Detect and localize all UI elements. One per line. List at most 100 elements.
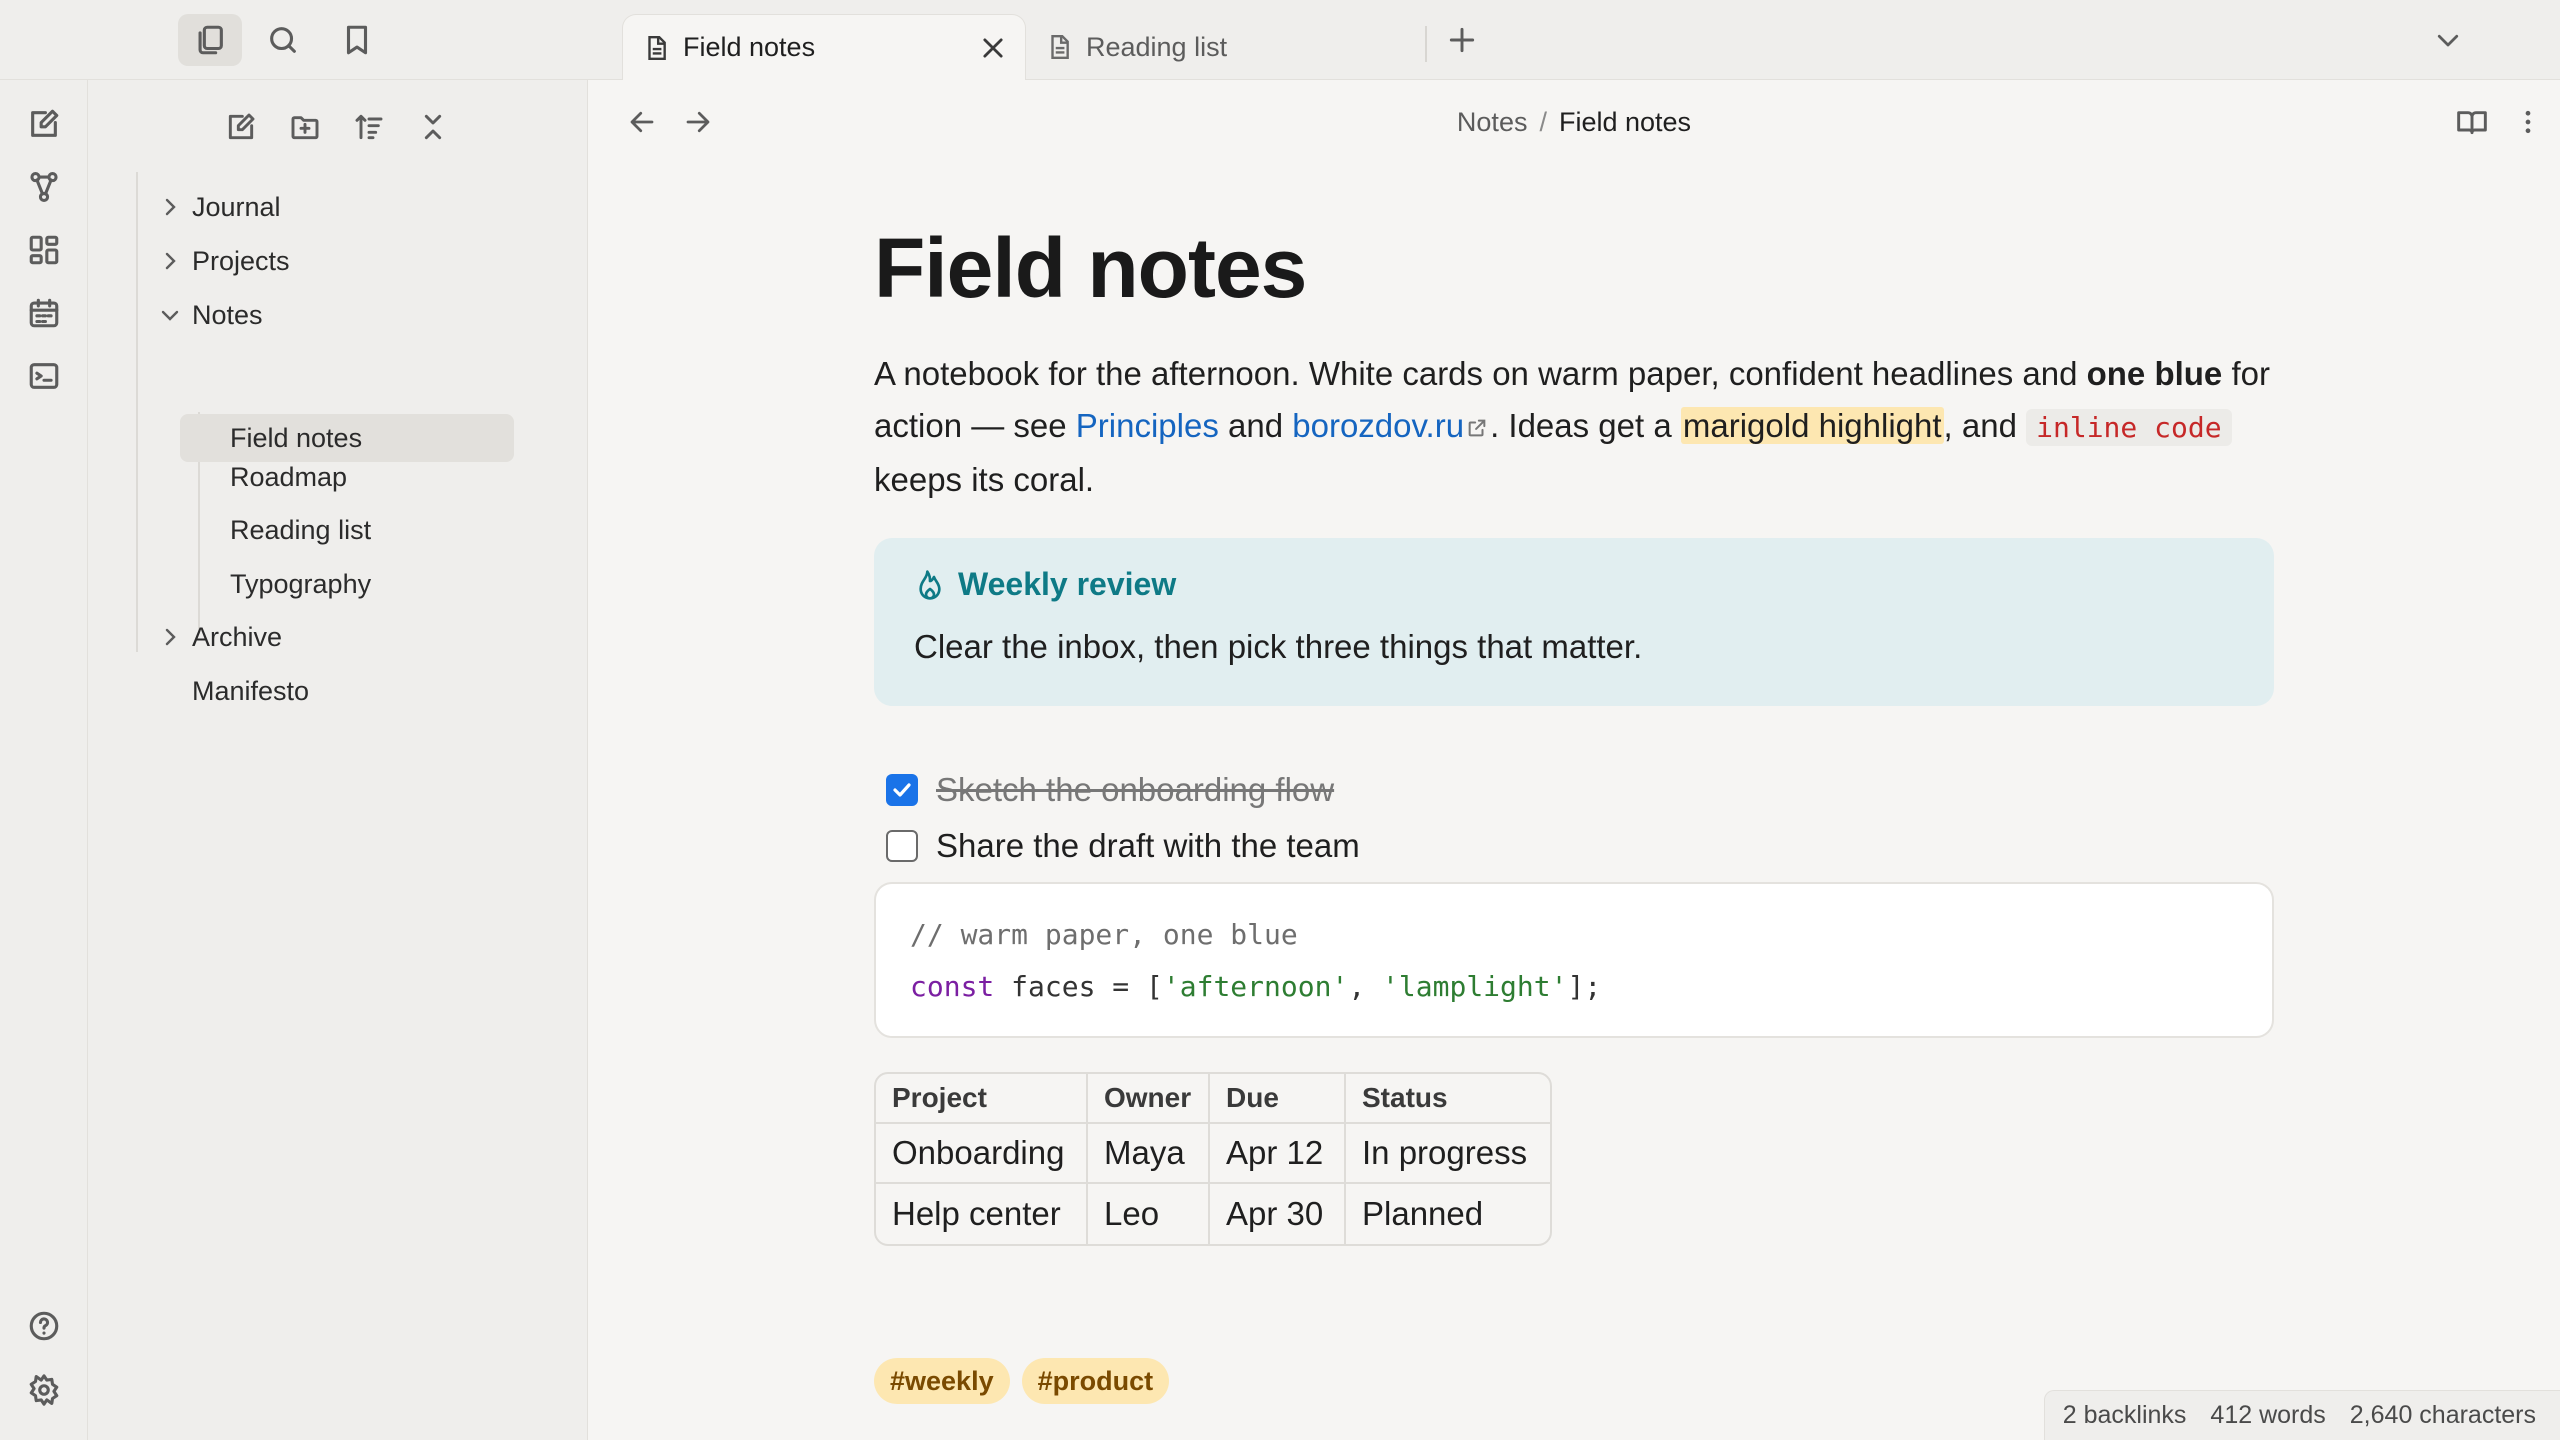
code-text: ]; <box>1567 970 1602 1003</box>
status-backlinks[interactable]: 2 backlinks <box>2063 1401 2187 1430</box>
tab-reading-list[interactable]: Reading list <box>1026 14 1424 80</box>
ribbon-help[interactable] <box>22 1304 66 1348</box>
search-button[interactable] <box>251 14 315 66</box>
intro-text: A notebook for the afternoon. White card… <box>874 355 2087 392</box>
close-icon[interactable] <box>979 34 1007 62</box>
check-icon <box>893 783 911 797</box>
tab-list-button[interactable] <box>2416 14 2480 66</box>
document-icon <box>1051 34 1069 60</box>
link-principles[interactable]: Principles <box>1076 407 1219 444</box>
ribbon-graph[interactable] <box>22 165 66 209</box>
tree-label: Reading list <box>230 514 372 545</box>
task-checkbox[interactable] <box>886 830 918 862</box>
task-text: Sketch the onboarding flow <box>936 771 1335 808</box>
sort-button[interactable] <box>346 104 392 150</box>
table-header-cell: Owner <box>1088 1074 1210 1124</box>
callout-body: Clear the inbox, then pick three things … <box>914 628 1643 665</box>
ribbon-settings[interactable] <box>22 1368 66 1412</box>
bookmark-icon <box>346 25 368 55</box>
link-external[interactable]: borozdov.ru <box>1292 407 1464 444</box>
chevron-down-icon <box>2437 34 2459 47</box>
book-open-icon <box>2457 111 2487 135</box>
task-item: Sketch the onboarding flow <box>874 766 1334 814</box>
table-cell: Maya <box>1088 1124 1210 1184</box>
table-cell: In progress <box>1346 1124 1550 1184</box>
tree-folder-journal[interactable]: Journal <box>138 183 578 231</box>
task-text: Share the draft with the team <box>936 827 1360 864</box>
plus-icon <box>1449 27 1475 53</box>
editor-pane: Notes / Field notes Field notes A notebook… <box>588 80 2560 1440</box>
callout-title-text: Weekly review <box>958 566 1177 602</box>
code-text: faces = [ <box>994 970 1163 1003</box>
tag[interactable]: #weekly <box>874 1358 1010 1404</box>
code-string: 'afternoon' <box>1162 970 1349 1003</box>
tree-label: Journal <box>192 191 281 222</box>
new-tab-button[interactable] <box>1430 14 1494 66</box>
table-header-cell: Due <box>1210 1074 1346 1124</box>
tree-file-roadmap[interactable]: Roadmap <box>138 453 578 501</box>
settings-icon <box>29 1374 59 1406</box>
graph-icon <box>30 171 58 203</box>
tree-folder-archive[interactable]: Archive <box>138 613 578 661</box>
new-folder-button[interactable] <box>282 104 328 150</box>
code-block: // warm paper, one blue const faces = ['… <box>874 882 2274 1038</box>
tree-file-manifesto[interactable]: Manifesto <box>138 667 578 715</box>
status-characters: 2,640 characters <box>2349 1401 2536 1429</box>
tag[interactable]: #product <box>1021 1358 1170 1404</box>
intro-text: , and <box>1943 407 2027 444</box>
tree-label: Projects <box>192 245 290 276</box>
chevron-right-icon <box>165 628 176 646</box>
ribbon-terminal[interactable] <box>22 354 66 398</box>
table-cell: Apr 30 <box>1210 1184 1346 1244</box>
ribbon-new-note[interactable] <box>22 102 66 146</box>
new-folder-icon <box>291 116 319 140</box>
tree-label: Archive <box>192 621 283 652</box>
tab-field-notes[interactable]: Field notes <box>622 14 1026 80</box>
more-options-button[interactable] <box>2506 100 2550 144</box>
status-words: 412 words <box>2210 1401 2326 1429</box>
ribbon-calendar[interactable] <box>22 291 66 335</box>
task-checkbox[interactable] <box>886 774 918 806</box>
tag-list: #weekly #product <box>874 1358 1170 1404</box>
sort-icon <box>355 114 383 140</box>
intro-bold: one blue <box>2086 355 2223 392</box>
file-explorer: Journal Projects Notes Field notes Roadm… <box>88 80 588 1440</box>
table-header-cell: Status <box>1346 1074 1550 1124</box>
tree-file-reading-list[interactable]: Reading list <box>138 506 578 554</box>
tree-label: Manifesto <box>192 675 310 706</box>
breadcrumb-current[interactable]: Field notes <box>1559 107 1691 137</box>
tree-file-typography[interactable]: Typography <box>138 560 578 608</box>
table-cell: Onboarding <box>876 1124 1088 1184</box>
table-row: Onboarding Maya Apr 12 In progress <box>876 1124 1550 1184</box>
new-note-button[interactable] <box>218 104 264 150</box>
tree-label: Field notes <box>230 422 363 453</box>
tree-label: Roadmap <box>230 461 348 492</box>
bookmarks-button[interactable] <box>325 14 389 66</box>
intro-paragraph: A notebook for the afternoon. White card… <box>874 348 2284 506</box>
data-table: Project Owner Due Status Onboarding Maya… <box>874 1072 1552 1246</box>
tree-folder-projects[interactable]: Projects <box>138 237 578 285</box>
intro-text: . Ideas get a <box>1490 407 1681 444</box>
collapse-all-button[interactable] <box>410 104 456 150</box>
breadcrumb-separator: / <box>1539 107 1547 137</box>
highlight: marigold highlight <box>1680 407 1944 444</box>
ribbon <box>0 80 88 1440</box>
table-header-row: Project Owner Due Status <box>876 1074 1550 1124</box>
tab-label: Reading list <box>1086 31 1228 62</box>
tree-label: Notes <box>192 299 263 330</box>
table-row: Help center Leo Apr 30 Planned <box>876 1184 1550 1244</box>
document-icon <box>648 35 666 60</box>
tree-label: Typography <box>230 568 372 599</box>
search-icon <box>270 27 296 53</box>
tab-divider <box>1425 26 1427 62</box>
files-button[interactable] <box>178 14 242 66</box>
code-string: 'lamplight' <box>1382 970 1568 1003</box>
top-bar: Field notes Reading list <box>0 0 2560 80</box>
reading-view-button[interactable] <box>2450 100 2494 144</box>
ribbon-canvas[interactable] <box>22 228 66 272</box>
tree-folder-notes[interactable]: Notes <box>138 291 578 339</box>
help-icon <box>29 1311 59 1341</box>
breadcrumb-parent[interactable]: Notes <box>1457 107 1528 137</box>
calendar-icon <box>29 298 59 328</box>
table-cell: Help center <box>876 1184 1088 1244</box>
